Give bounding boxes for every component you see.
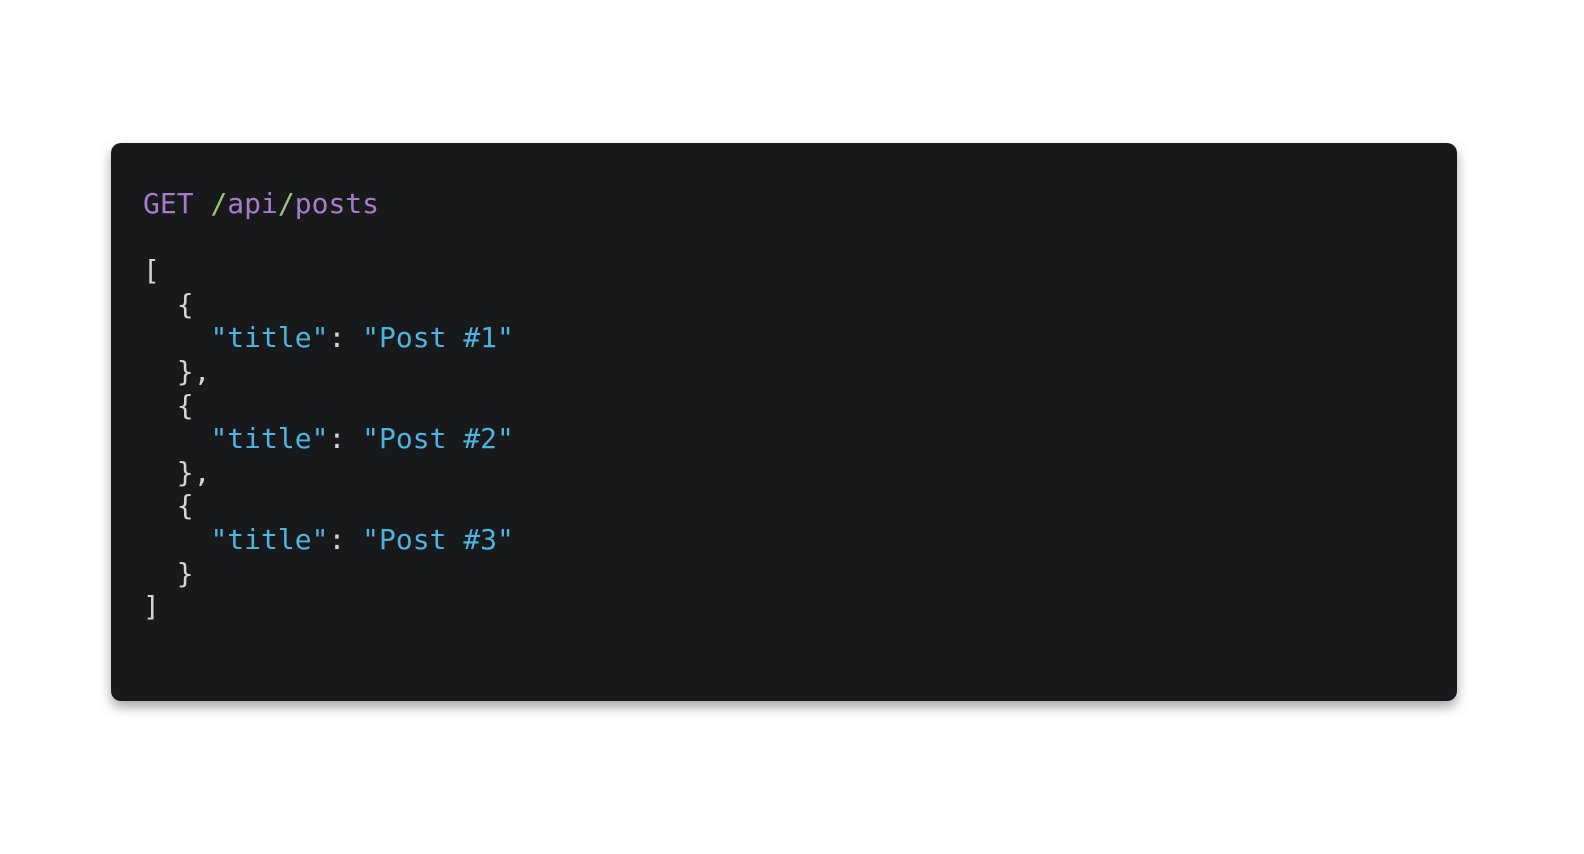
code-block-card: GET /api/posts [ { "title": "Post #1" },… (111, 143, 1457, 701)
object-close: } (143, 557, 1457, 591)
object-open: { (143, 288, 1457, 322)
close-brace: }, (176, 354, 211, 388)
json-property-line: "title": "Post #1" (143, 321, 1457, 355)
json-key: "title" (210, 321, 329, 355)
path-slash: / (277, 187, 295, 220)
object-close: }, (143, 456, 1457, 490)
object-open: { (143, 389, 1457, 423)
json-string-value: "Post #1" (362, 321, 514, 355)
http-method: GET (143, 187, 194, 220)
object-close: }, (143, 355, 1457, 389)
json-string-value: "Post #2" (362, 422, 514, 456)
json-colon: : (328, 522, 363, 556)
close-brace: }, (176, 455, 211, 489)
array-open: [ (143, 254, 1457, 288)
json-property-line: "title": "Post #3" (143, 523, 1457, 557)
json-key: "title" (210, 422, 329, 456)
json-string-value: "Post #3" (362, 522, 514, 556)
json-key: "title" (210, 522, 329, 556)
path-slash: / (210, 187, 228, 220)
request-line: GET /api/posts (143, 187, 1457, 221)
json-colon: : (328, 321, 363, 355)
close-bracket: ] (143, 590, 160, 624)
open-brace: { (176, 287, 194, 321)
array-close: ] (143, 590, 1457, 624)
open-brace: { (176, 489, 194, 523)
object-open: { (143, 489, 1457, 523)
open-bracket: [ (143, 254, 160, 288)
json-property-line: "title": "Post #2" (143, 422, 1457, 456)
open-brace: { (176, 388, 194, 422)
path-segment: posts (294, 187, 380, 220)
code-block: GET /api/posts [ { "title": "Post #1" },… (143, 187, 1457, 624)
json-colon: : (328, 422, 363, 456)
close-brace: } (176, 556, 194, 590)
path-segment: api (227, 187, 278, 220)
